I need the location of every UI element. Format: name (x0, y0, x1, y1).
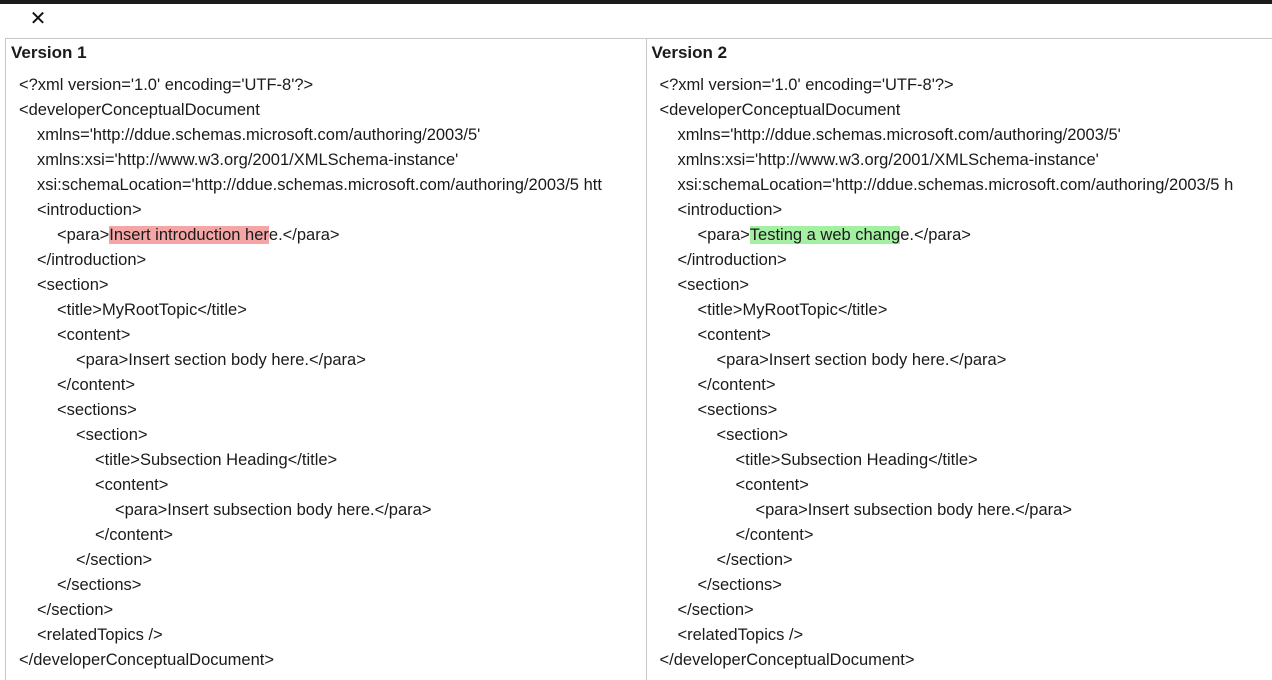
version-1-code: <?xml version='1.0' encoding='UTF-8'?> <… (19, 73, 602, 673)
code-line: xmlns='http://ddue.schemas.microsoft.com… (19, 123, 602, 148)
code-line: <relatedTopics /> (19, 623, 602, 648)
code-line: </introduction> (660, 248, 1234, 273)
code-line: <section> (19, 423, 602, 448)
code-line: <para>Insert subsection body here.</para… (660, 498, 1234, 523)
code-line: <content> (660, 323, 1234, 348)
code-line: <title>Subsection Heading</title> (19, 448, 602, 473)
code-line: </sections> (660, 573, 1234, 598)
code-line: <relatedTopics /> (660, 623, 1234, 648)
version-1-panel[interactable]: Version 1 <?xml version='1.0' encoding='… (5, 39, 647, 680)
code-line: </section> (19, 548, 602, 573)
code-line: xmlns:xsi='http://www.w3.org/2001/XMLSch… (660, 148, 1234, 173)
code-line: </developerConceptualDocument> (660, 648, 1234, 673)
code-line: <developerConceptualDocument (19, 98, 602, 123)
code-line: <title>MyRootTopic</title> (19, 298, 602, 323)
window-top-border (0, 0, 1272, 4)
code-line: </sections> (19, 573, 602, 598)
code-line: </content> (19, 523, 602, 548)
code-line: </developerConceptualDocument> (19, 648, 602, 673)
close-icon: ✕ (30, 6, 47, 30)
code-line: <introduction> (19, 198, 602, 223)
code-line: </section> (19, 598, 602, 623)
inserted-text: Testing a web chang (750, 226, 900, 244)
code-line: <sections> (660, 398, 1234, 423)
code-line: xmlns:xsi='http://www.w3.org/2001/XMLSch… (19, 148, 602, 173)
code-line: <para>Insert section body here.</para> (660, 348, 1234, 373)
diff-view: Version 1 <?xml version='1.0' encoding='… (5, 38, 1272, 680)
code-line: </section> (660, 548, 1234, 573)
code-line: </introduction> (19, 248, 602, 273)
code-line: xsi:schemaLocation='http://ddue.schemas.… (660, 173, 1234, 198)
code-line: <content> (19, 473, 602, 498)
code-line: <title>MyRootTopic</title> (660, 298, 1234, 323)
code-line: </content> (660, 523, 1234, 548)
code-line: <sections> (19, 398, 602, 423)
code-line: <section> (660, 273, 1234, 298)
deleted-text: Insert introduction her (109, 226, 269, 244)
code-line: <content> (660, 473, 1234, 498)
version-2-code: <?xml version='1.0' encoding='UTF-8'?> <… (660, 73, 1234, 673)
close-button[interactable]: ✕ (28, 8, 48, 28)
code-line: xmlns='http://ddue.schemas.microsoft.com… (660, 123, 1234, 148)
code-line: <para>Insert subsection body here.</para… (19, 498, 602, 523)
code-line: <developerConceptualDocument (660, 98, 1234, 123)
code-line: </content> (19, 373, 602, 398)
code-line: <?xml version='1.0' encoding='UTF-8'?> (19, 73, 602, 98)
code-line: <section> (19, 273, 602, 298)
code-line-changed: <para>Insert introduction here.</para> (19, 223, 602, 248)
code-line: <para>Insert section body here.</para> (19, 348, 602, 373)
code-line: <?xml version='1.0' encoding='UTF-8'?> (660, 73, 1234, 98)
version-2-panel[interactable]: Version 2 <?xml version='1.0' encoding='… (647, 39, 1272, 680)
version-2-title: Version 2 (652, 43, 728, 63)
code-line: xsi:schemaLocation='http://ddue.schemas.… (19, 173, 602, 198)
code-line-changed: <para>Testing a web change.</para> (660, 223, 1234, 248)
version-1-title: Version 1 (11, 43, 87, 63)
code-line: </content> (660, 373, 1234, 398)
code-line: <title>Subsection Heading</title> (660, 448, 1234, 473)
code-line: </section> (660, 598, 1234, 623)
code-line: <content> (19, 323, 602, 348)
code-line: <introduction> (660, 198, 1234, 223)
code-line: <section> (660, 423, 1234, 448)
